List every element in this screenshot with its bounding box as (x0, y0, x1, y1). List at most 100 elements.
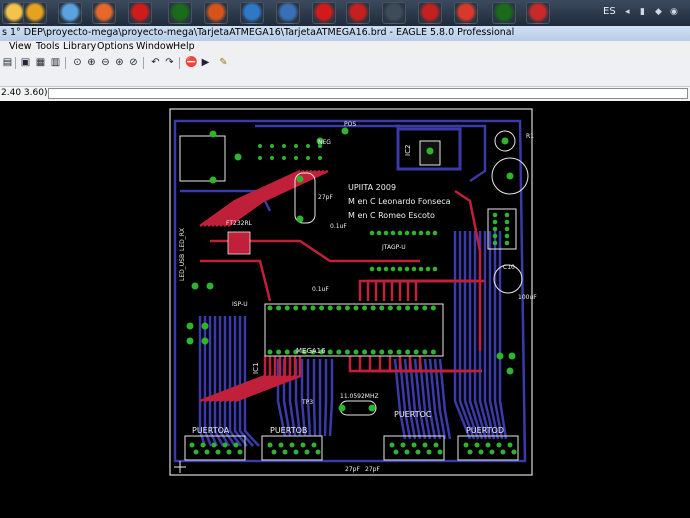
pad (189, 442, 195, 448)
solidworks-icon[interactable] (312, 2, 336, 24)
pad (282, 144, 286, 148)
pad (344, 349, 350, 355)
app-blue-icon[interactable] (240, 2, 264, 24)
matlab-icon[interactable] (204, 2, 228, 24)
pad (467, 449, 473, 455)
menu-window[interactable]: Window (136, 41, 173, 52)
pad (296, 175, 304, 183)
zoom-redraw-icon[interactable]: ⊛ (114, 57, 125, 68)
trace (358, 279, 450, 301)
go-icon[interactable]: ▶ (200, 57, 211, 68)
pad (282, 156, 286, 160)
pad (404, 449, 410, 455)
language-indicator[interactable]: ES (603, 6, 616, 17)
pcb-layout[interactable]: UPIITA 2009 M en C Leonardo Fonseca M en… (0, 101, 690, 518)
pad (432, 230, 438, 236)
label-puertod: PUERTOD (466, 426, 504, 435)
pad (289, 442, 295, 448)
pad (270, 156, 274, 160)
label-tp3: TP3 (301, 399, 313, 406)
pad (226, 449, 232, 455)
menu-library[interactable]: Library (63, 41, 96, 52)
menu-help[interactable]: Help (173, 41, 195, 52)
coordinate-readout: 2.40 3.60) (1, 88, 48, 98)
pad (400, 442, 406, 448)
ulp-icon[interactable]: ▥ (50, 57, 61, 68)
pad (504, 219, 510, 225)
pad (422, 442, 428, 448)
pad (415, 449, 421, 455)
pad (271, 449, 277, 455)
zoom-area-icon[interactable]: ⊘ (128, 57, 139, 68)
pad (233, 442, 239, 448)
label-crystal: 11.0592MHZ (340, 393, 379, 400)
pad (387, 305, 393, 311)
pad (390, 266, 396, 272)
zoom-out-icon[interactable]: ⊖ (100, 57, 111, 68)
zoom-fit-icon[interactable]: ⊙ (72, 57, 83, 68)
zoom-in-icon[interactable]: ⊕ (86, 57, 97, 68)
board-canvas[interactable]: UPIITA 2009 M en C Leonardo Fonseca M en… (0, 101, 690, 518)
secondary-toolbar (0, 72, 690, 86)
torrent-icon[interactable] (168, 2, 192, 24)
app-red-icon[interactable] (346, 2, 370, 24)
pad (362, 349, 368, 355)
pad (344, 305, 350, 311)
tray-shield-icon[interactable]: ◆ (655, 7, 662, 17)
pad (379, 349, 385, 355)
cam-icon[interactable]: ▣ (20, 57, 31, 68)
label-c10: C10 (503, 264, 515, 271)
trace (306, 359, 312, 437)
stop-icon[interactable]: ⛔ (185, 57, 197, 68)
pad (294, 156, 298, 160)
redo-icon[interactable]: ↷ (164, 57, 175, 68)
ftdi-chip (227, 231, 251, 255)
pad (267, 349, 273, 355)
menu-options[interactable]: Options (97, 41, 134, 52)
firefox-icon[interactable] (92, 2, 116, 24)
label-puertob: PUERTOB (270, 426, 307, 435)
pad (193, 449, 199, 455)
print-icon[interactable]: ▤ (2, 57, 13, 68)
pad (276, 349, 282, 355)
pad (306, 156, 310, 160)
trace (498, 231, 508, 440)
pad (186, 337, 194, 345)
pad (276, 305, 282, 311)
torrent-2-icon[interactable] (492, 2, 516, 24)
usb-connector (179, 135, 226, 182)
opera-icon[interactable] (128, 2, 152, 24)
pad (478, 449, 484, 455)
menu-tools[interactable]: Tools (36, 41, 59, 52)
drc-icon[interactable]: ✎ (218, 57, 229, 68)
script-icon[interactable]: ▦ (35, 57, 46, 68)
network-icon[interactable] (58, 2, 82, 24)
trace (300, 359, 307, 437)
wifi-icon[interactable] (454, 2, 478, 24)
pad (294, 144, 298, 148)
trace (328, 359, 334, 437)
undo-icon[interactable]: ↶ (150, 57, 161, 68)
pad (209, 176, 217, 184)
pad (311, 442, 317, 448)
header-puertoc (383, 435, 445, 461)
steam-icon[interactable] (382, 2, 406, 24)
pad (389, 442, 395, 448)
tray-arrow-icon[interactable]: ◂ (625, 7, 630, 17)
monitor-icon[interactable] (276, 2, 300, 24)
menu-view[interactable]: View (9, 41, 32, 52)
pad (433, 442, 439, 448)
pad (432, 266, 438, 272)
pad (404, 266, 410, 272)
pad (393, 449, 399, 455)
tray-network-icon[interactable]: ▮ (640, 7, 645, 17)
tray-volume-icon[interactable]: ◉ (670, 7, 678, 17)
pad (201, 337, 209, 345)
media-player-icon[interactable] (23, 2, 47, 24)
toolbar-separator (65, 57, 66, 69)
command-input[interactable] (48, 88, 688, 99)
pad (336, 305, 342, 311)
microchip-icon[interactable] (418, 2, 442, 24)
pad (387, 349, 393, 355)
eagle-icon[interactable] (526, 2, 550, 24)
